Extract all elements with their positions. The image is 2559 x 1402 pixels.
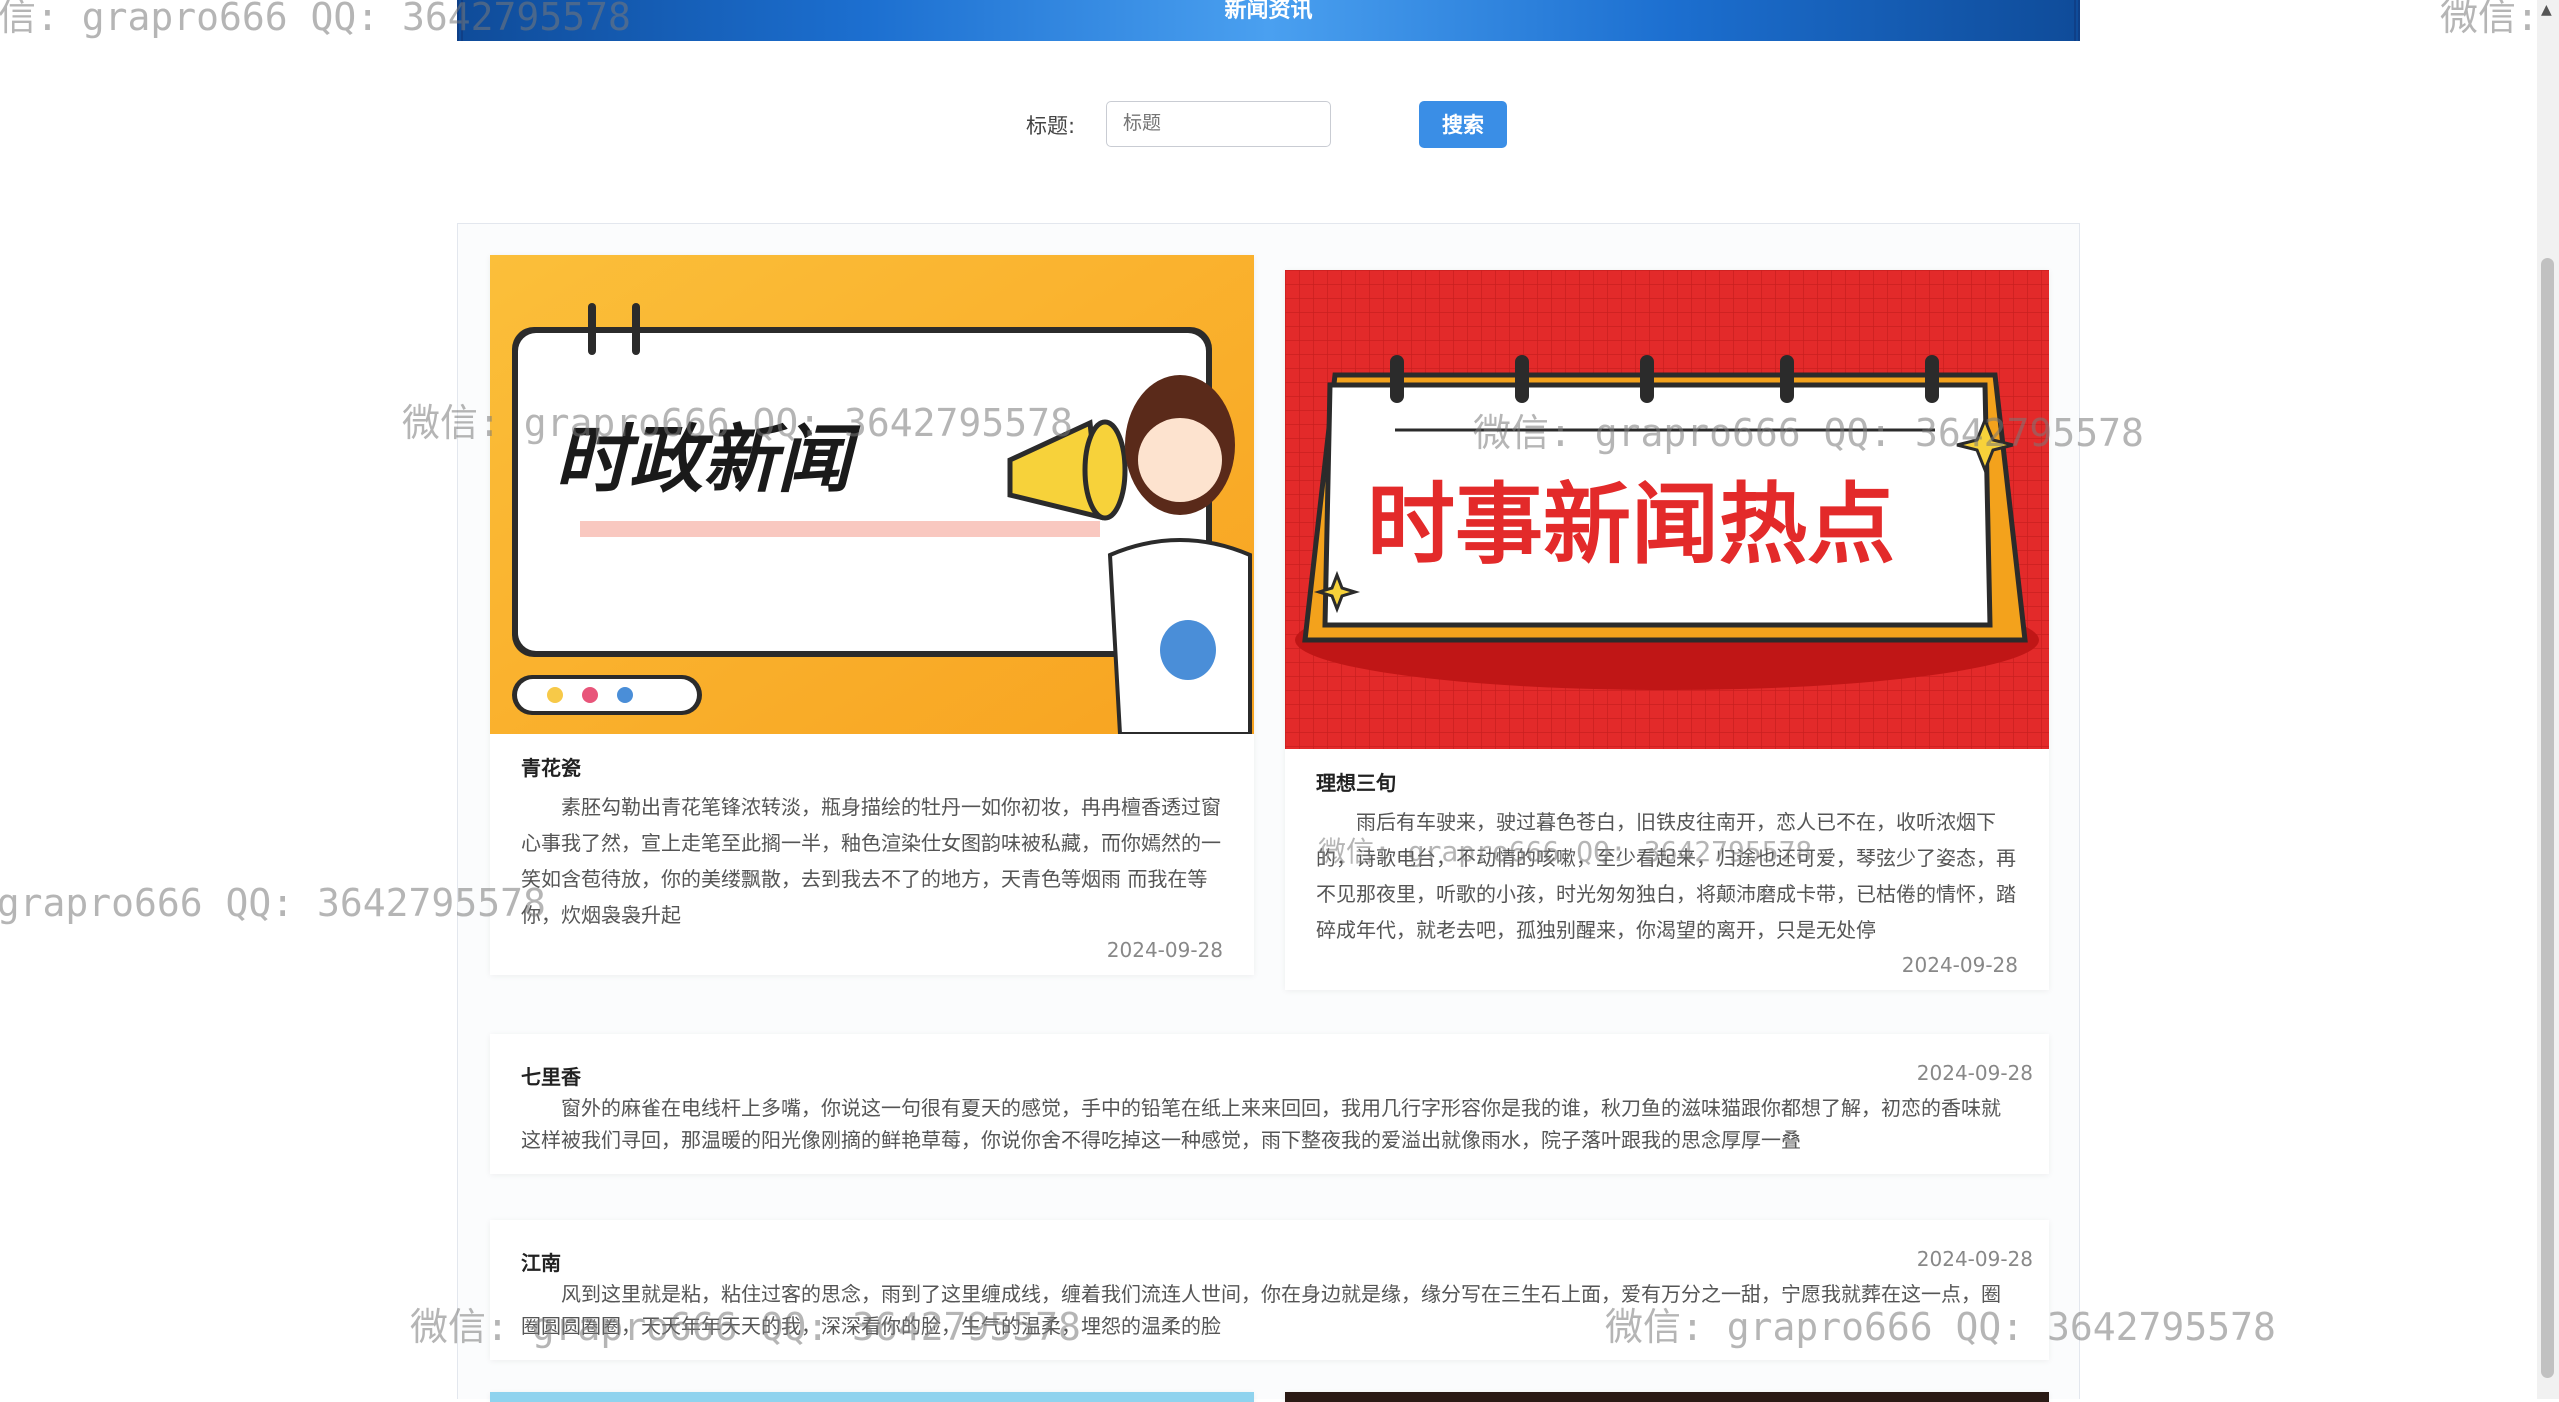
news-title: 江南 — [521, 1251, 561, 1275]
news-date: 2024-09-28 — [1106, 938, 1223, 962]
scrollbar-thumb[interactable] — [2541, 258, 2554, 1378]
political-news-illustration: 时政新闻 — [490, 255, 1254, 734]
news-image-political: 时政新闻 — [490, 255, 1254, 734]
news-card-qinghuaci[interactable]: 时政新闻 青花瓷 素胚勾勒出青花笔锋浓转淡，瓶身描绘的牡丹一如你初妆，冉冉檀香透… — [490, 255, 1254, 975]
search-button[interactable]: 搜索 — [1419, 101, 1507, 148]
news-image-hotspot: 时事新闻热点 — [1285, 270, 2049, 749]
page-title: 新闻资讯 — [1224, 0, 1313, 23]
news-card-partial[interactable] — [1285, 1392, 2049, 1402]
image-headline: 时事新闻热点 — [1367, 473, 1895, 576]
watermark: 微信: grapro666 QQ: 3642795578 — [0, 0, 631, 39]
news-date: 2024-09-28 — [1916, 1061, 2033, 1085]
watermark: 微信: grapro666 QQ: 3642795578 — [1473, 411, 2144, 455]
watermark: 微信: grapro666 QQ: 3642795578 — [1318, 835, 1813, 868]
news-excerpt: 雨后有车驶来，驶过暮色苍白，旧铁皮往南开，恋人已不在，收听浓烟下的，诗歌电台，不… — [1316, 810, 2016, 942]
news-title: 理想三旬 — [1316, 771, 1396, 795]
news-card-lixiangsanxun[interactable]: 时事新闻热点 理想三旬 雨后有车驶来，驶过暮色苍白，旧铁皮往南开，恋人已不在，收… — [1285, 270, 2049, 990]
news-excerpt: 素胚勾勒出青花笔锋浓转淡，瓶身描绘的牡丹一如你初妆，冉冉檀香透过窗心事我了然，宣… — [521, 795, 1221, 927]
title-search-input[interactable] — [1106, 101, 1331, 147]
hot-news-illustration: 时事新闻热点 — [1285, 270, 2049, 749]
news-list-item-qilixiang[interactable]: 七里香 2024-09-28 窗外的麻雀在电线杆上多嘴，你说这一句很有夏天的感觉… — [490, 1034, 2049, 1174]
news-card-partial[interactable] — [490, 1392, 1254, 1402]
watermark: 微信: grapro666 QQ: 3642795578 — [1605, 1305, 2276, 1349]
news-date: 2024-09-28 — [1916, 1247, 2033, 1271]
watermark: 微信: grapro666 QQ: 3642795578 — [402, 401, 1073, 445]
title-label: 标题: — [1026, 114, 1076, 138]
scroll-up-arrow-icon[interactable]: ▲ — [2541, 2, 2552, 18]
page-header: 新闻资讯 — [457, 0, 2080, 41]
watermark: 微信: grapro666 QQ: 3642795578 — [410, 1305, 1081, 1349]
news-title: 青花瓷 — [521, 756, 581, 780]
watermark: 微信: grapro666 QQ: 3642795578 — [0, 881, 546, 925]
news-excerpt: 窗外的麻雀在电线杆上多嘴，你说这一句很有夏天的感觉，手中的铅笔在纸上来来回回，我… — [521, 1096, 2001, 1152]
news-title: 七里香 — [521, 1065, 581, 1089]
news-date: 2024-09-28 — [1901, 953, 2018, 977]
